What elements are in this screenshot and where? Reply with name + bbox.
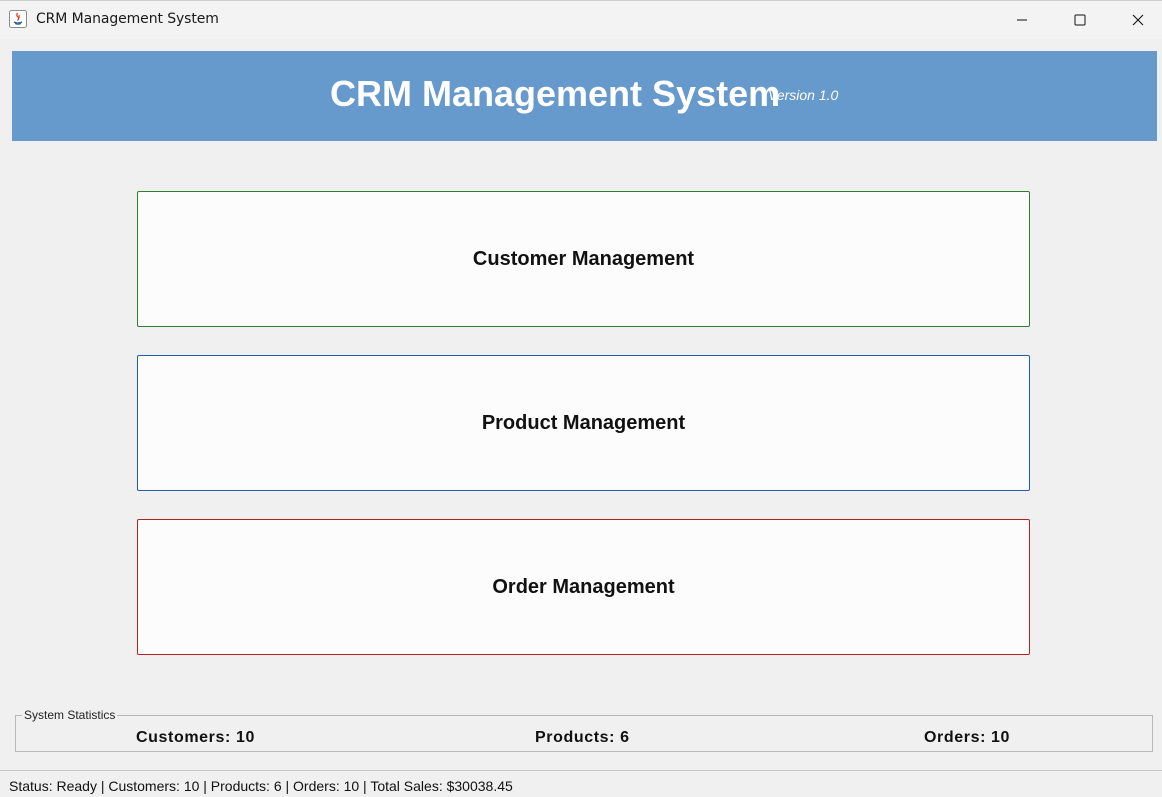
- customer-management-label: Customer Management: [472, 247, 695, 270]
- order-management-button[interactable]: Order Management: [137, 519, 1030, 655]
- java-app-icon: [9, 10, 27, 28]
- close-button[interactable]: [1109, 1, 1162, 39]
- orders-count: Orders: 10: [924, 729, 1011, 746]
- product-management-label: Product Management: [481, 411, 686, 434]
- maximize-icon: [1074, 14, 1086, 26]
- minimize-button[interactable]: [993, 1, 1051, 39]
- products-count: Products: 6: [535, 729, 630, 746]
- system-statistics-panel: System Statistics Customers: 10 Products…: [15, 708, 1153, 752]
- status-bar: Status: Ready | Customers: 10 | Products…: [0, 770, 1162, 797]
- customers-count: Customers: 10: [136, 729, 255, 746]
- app-header: CRM Management System Version 1.0: [12, 51, 1157, 141]
- product-management-button[interactable]: Product Management: [137, 355, 1030, 491]
- maximize-button[interactable]: [1051, 1, 1109, 39]
- customer-management-button[interactable]: Customer Management: [137, 191, 1030, 327]
- version-label: Version 1.0: [768, 87, 839, 103]
- window-titlebar: CRM Management System: [0, 0, 1162, 39]
- status-text: Status: Ready | Customers: 10 | Products…: [9, 778, 513, 794]
- order-management-label: Order Management: [492, 575, 675, 598]
- header-title: CRM Management System: [330, 73, 781, 114]
- close-icon: [1132, 14, 1144, 26]
- statistics-legend: System Statistics: [22, 708, 118, 722]
- minimize-icon: [1016, 14, 1028, 26]
- window-title: CRM Management System: [36, 11, 219, 27]
